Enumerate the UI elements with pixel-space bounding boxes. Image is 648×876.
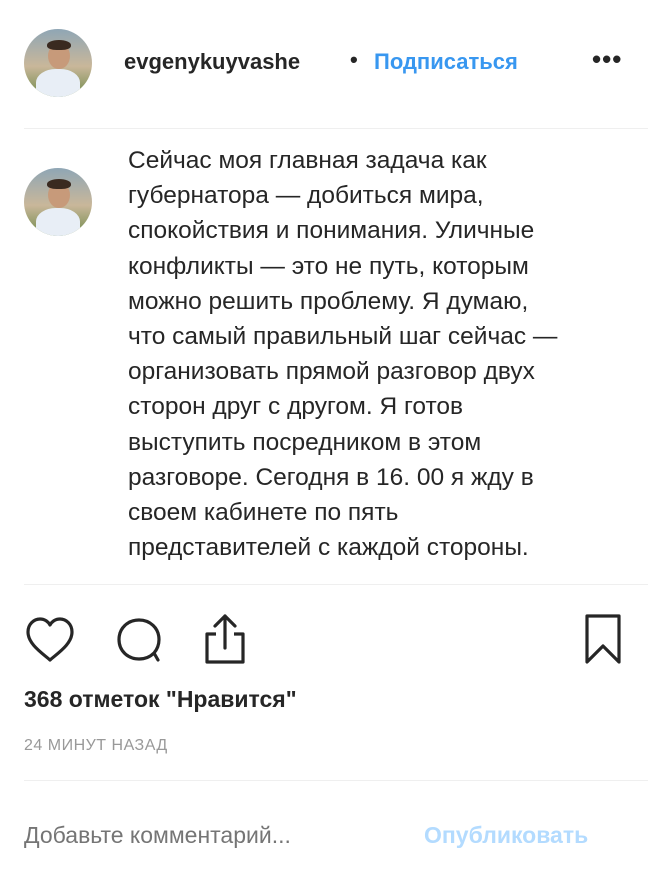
caption-line: Сейчас моя главная задача как [128, 147, 487, 174]
comment-divider [24, 780, 648, 781]
caption-line: разговоре. Сегодня в 16. 00 я жду в [128, 463, 534, 491]
header-divider [24, 128, 648, 129]
caption-line: представителей с каждой стороны. [128, 534, 529, 562]
avatar-hair [47, 40, 71, 50]
post-timestamp: 24 МИНУТ НАЗАД [24, 737, 168, 754]
caption-avatar[interactable] [24, 168, 92, 236]
post-header: evgenykuyvashe • Подписаться ••• [0, 0, 648, 128]
avatar-shirt [36, 69, 80, 97]
follow-button[interactable]: Подписаться [374, 49, 518, 75]
caption-line: организовать прямой разговор двух [128, 358, 535, 386]
comment-icon[interactable] [114, 616, 164, 664]
heart-icon[interactable] [24, 616, 76, 664]
caption-line: губернатора — добиться мира, [128, 182, 484, 210]
avatar-shirt [36, 208, 80, 236]
avatar-hair [47, 179, 71, 189]
post-caption: Сейчас моя главная задача как губернатор… [128, 143, 638, 565]
caption-divider [24, 584, 648, 585]
caption-line: выступить посредником в этом [128, 428, 482, 456]
caption-line: сторон друг с другом. Я готов [128, 393, 464, 421]
likes-count[interactable]: 368 отметок "Нравится" [24, 686, 297, 713]
caption-line: что самый правильный шаг сейчас — [128, 323, 558, 351]
avatar[interactable] [24, 29, 92, 97]
comment-input[interactable] [24, 822, 404, 849]
bookmark-icon[interactable] [582, 612, 624, 666]
caption-line: спокойствия и понимания. Уличные [128, 217, 535, 245]
username-link[interactable]: evgenykuyvashe [124, 49, 344, 75]
publish-button[interactable]: Опубликовать [424, 822, 588, 849]
caption-line: конфликты — это не путь, которым [128, 252, 529, 280]
share-icon[interactable] [202, 612, 248, 666]
action-bar [0, 608, 648, 668]
caption-line: своем кабинете по пять [128, 499, 399, 527]
separator-dot: • [350, 47, 358, 72]
caption-line: можно решить проблему. Я думаю, [128, 287, 529, 315]
more-options-icon[interactable]: ••• [592, 44, 622, 75]
